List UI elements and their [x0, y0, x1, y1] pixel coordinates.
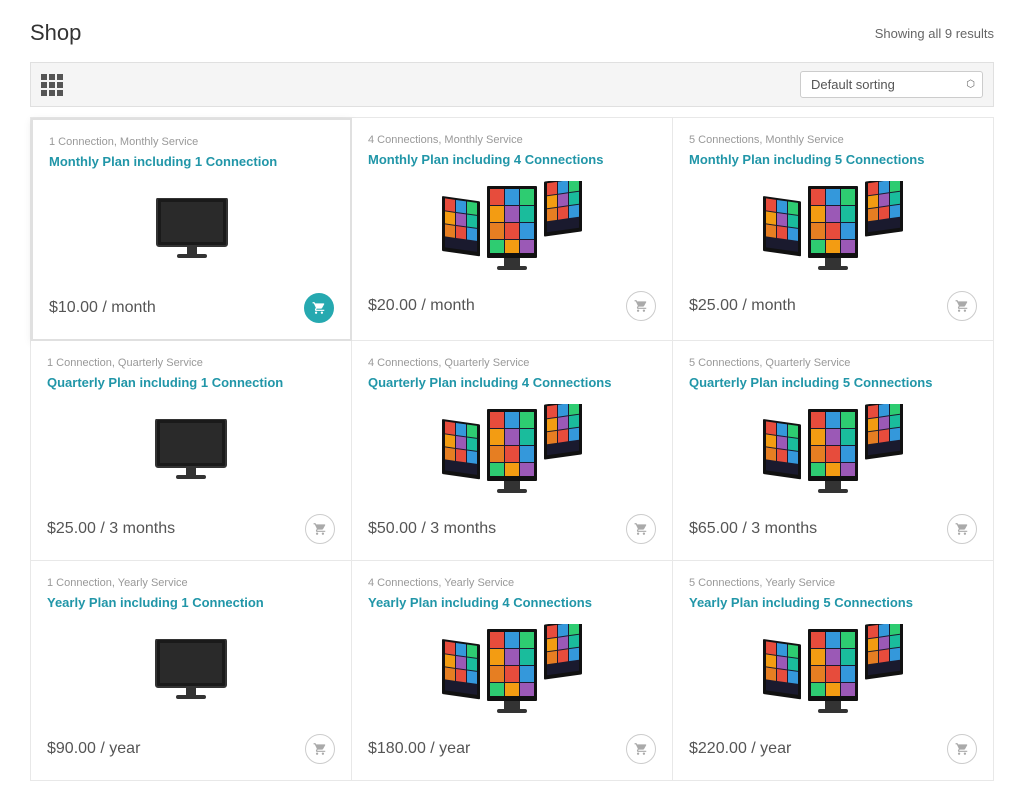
product-name: Quarterly Plan including 5 Connections [689, 375, 977, 392]
product-image [368, 402, 656, 502]
product-card[interactable]: 4 Connections, Yearly Service Yearly Pla… [352, 561, 673, 781]
product-name: Yearly Plan including 4 Connections [368, 595, 656, 612]
add-to-cart-button[interactable] [947, 291, 977, 321]
product-price: $10.00 / month [49, 299, 156, 317]
product-category: 5 Connections, Monthly Service [689, 134, 977, 146]
add-to-cart-button[interactable] [304, 293, 334, 323]
product-price: $90.00 / year [47, 740, 140, 758]
product-image [689, 622, 977, 722]
grid-dot [57, 82, 63, 88]
product-price: $65.00 / 3 months [689, 520, 817, 538]
product-category: 5 Connections, Quarterly Service [689, 357, 977, 369]
results-count: Showing all 9 results [875, 26, 994, 41]
grid-dot [41, 90, 47, 96]
product-card[interactable]: 5 Connections, Monthly Service Monthly P… [673, 118, 994, 341]
toolbar: Default sortingSort by popularitySort by… [30, 62, 994, 107]
product-price: $220.00 / year [689, 740, 791, 758]
product-category: 5 Connections, Yearly Service [689, 577, 977, 589]
product-price-row: $25.00 / month [689, 291, 977, 321]
product-price-row: $20.00 / month [368, 291, 656, 321]
product-category: 1 Connection, Quarterly Service [47, 357, 335, 369]
product-price-row: $25.00 / 3 months [47, 514, 335, 544]
grid-dot [49, 90, 55, 96]
product-price-row: $220.00 / year [689, 734, 977, 764]
product-price: $180.00 / year [368, 740, 470, 758]
grid-dot [57, 90, 63, 96]
add-to-cart-button[interactable] [626, 514, 656, 544]
product-image [47, 402, 335, 502]
product-image [689, 402, 977, 502]
grid-dot [57, 74, 63, 80]
add-to-cart-button[interactable] [626, 291, 656, 321]
grid-dot [49, 82, 55, 88]
product-price-row: $90.00 / year [47, 734, 335, 764]
grid-dot [41, 74, 47, 80]
product-price-row: $10.00 / month [49, 293, 334, 323]
add-to-cart-button[interactable] [947, 514, 977, 544]
add-to-cart-button[interactable] [947, 734, 977, 764]
product-image [49, 181, 334, 281]
product-card[interactable]: 5 Connections, Quarterly Service Quarter… [673, 341, 994, 561]
product-price-row: $50.00 / 3 months [368, 514, 656, 544]
product-price: $25.00 / month [689, 297, 796, 315]
product-category: 1 Connection, Monthly Service [49, 136, 334, 148]
products-grid: 1 Connection, Monthly Service Monthly Pl… [30, 117, 994, 781]
product-name: Monthly Plan including 1 Connection [49, 154, 334, 171]
grid-dot [49, 74, 55, 80]
product-name: Quarterly Plan including 4 Connections [368, 375, 656, 392]
add-to-cart-button[interactable] [305, 734, 335, 764]
product-image [368, 622, 656, 722]
product-card[interactable]: 1 Connection, Monthly Service Monthly Pl… [31, 118, 352, 341]
product-category: 4 Connections, Quarterly Service [368, 357, 656, 369]
product-image [689, 179, 977, 279]
sort-select[interactable]: Default sortingSort by popularitySort by… [800, 71, 983, 98]
product-image [368, 179, 656, 279]
product-category: 4 Connections, Monthly Service [368, 134, 656, 146]
product-card[interactable]: 4 Connections, Monthly Service Monthly P… [352, 118, 673, 341]
product-name: Yearly Plan including 5 Connections [689, 595, 977, 612]
product-card[interactable]: 1 Connection, Quarterly Service Quarterl… [31, 341, 352, 561]
product-category: 4 Connections, Yearly Service [368, 577, 656, 589]
product-name: Monthly Plan including 4 Connections [368, 152, 656, 169]
product-category: 1 Connection, Yearly Service [47, 577, 335, 589]
product-name: Monthly Plan including 5 Connections [689, 152, 977, 169]
product-price: $20.00 / month [368, 297, 475, 315]
add-to-cart-button[interactable] [626, 734, 656, 764]
page-header: Shop Showing all 9 results [30, 20, 994, 46]
product-card[interactable]: 1 Connection, Yearly Service Yearly Plan… [31, 561, 352, 781]
sort-wrapper: Default sortingSort by popularitySort by… [800, 71, 983, 98]
grid-dot [41, 82, 47, 88]
add-to-cart-button[interactable] [305, 514, 335, 544]
product-price: $25.00 / 3 months [47, 520, 175, 538]
product-name: Quarterly Plan including 1 Connection [47, 375, 335, 392]
product-price-row: $65.00 / 3 months [689, 514, 977, 544]
product-card[interactable]: 5 Connections, Yearly Service Yearly Pla… [673, 561, 994, 781]
grid-view-button[interactable] [41, 74, 63, 96]
page-title: Shop [30, 20, 81, 46]
product-price-row: $180.00 / year [368, 734, 656, 764]
product-name: Yearly Plan including 1 Connection [47, 595, 335, 612]
page-wrapper: Shop Showing all 9 results Default sorti… [0, 0, 1024, 801]
product-card[interactable]: 4 Connections, Quarterly Service Quarter… [352, 341, 673, 561]
product-price: $50.00 / 3 months [368, 520, 496, 538]
product-image [47, 622, 335, 722]
